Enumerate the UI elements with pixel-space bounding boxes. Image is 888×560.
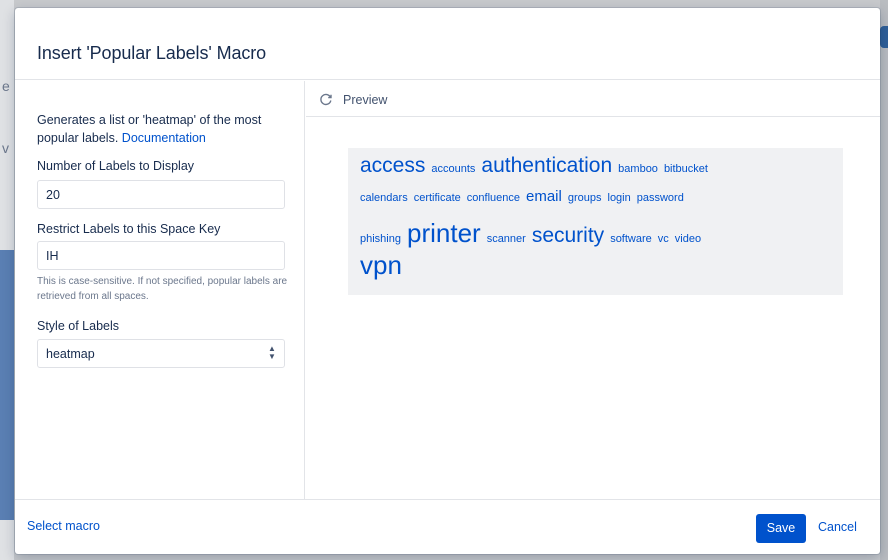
label-tag-bitbucket[interactable]: bitbucket bbox=[664, 163, 708, 175]
label-row: calendars certificate confluence email group… bbox=[360, 188, 690, 206]
label-tag-software[interactable]: software bbox=[610, 233, 652, 245]
label-tag-video[interactable]: video bbox=[675, 233, 701, 245]
label-tag-access[interactable]: access bbox=[360, 154, 425, 178]
label-row: vpn bbox=[360, 250, 408, 281]
label-tag-vc[interactable]: vc bbox=[658, 233, 669, 245]
label-tag-scanner[interactable]: scanner bbox=[487, 233, 526, 245]
label-tag-accounts[interactable]: accounts bbox=[431, 163, 475, 175]
style-label: Style of Labels bbox=[37, 319, 119, 333]
style-select[interactable]: heatmap ▲ ▼ bbox=[37, 339, 285, 368]
refresh-icon[interactable] bbox=[319, 92, 333, 106]
label-tag-login[interactable]: login bbox=[608, 192, 631, 204]
preview-header: Preview bbox=[306, 81, 880, 117]
label-tag-bamboo[interactable]: bamboo bbox=[618, 163, 658, 175]
background-page: e v bbox=[0, 0, 14, 560]
background-text: e bbox=[2, 78, 10, 94]
preview-label: Preview bbox=[343, 93, 388, 107]
space-key-input[interactable] bbox=[37, 241, 285, 270]
macro-description: Generates a list or 'heatmap' of the mos… bbox=[37, 111, 287, 147]
save-button[interactable]: Save bbox=[756, 514, 806, 543]
macro-dialog: Insert 'Popular Labels' Macro Generates … bbox=[15, 8, 880, 554]
num-labels-input[interactable] bbox=[37, 180, 285, 209]
label-tag-groups[interactable]: groups bbox=[568, 192, 602, 204]
dialog-footer: Select macro Save Cancel bbox=[15, 499, 880, 554]
preview-panel: Preview access accounts authentication bamb… bbox=[306, 81, 880, 499]
label-tag-email[interactable]: email bbox=[526, 188, 562, 205]
label-heatmap: access accounts authentication bamboo bitbuc… bbox=[348, 148, 843, 295]
style-select-value: heatmap bbox=[46, 347, 95, 361]
label-row: phishing printer scanner security software vc… bbox=[360, 218, 707, 249]
num-labels-label: Number of Labels to Display bbox=[37, 159, 195, 173]
macro-parameters-panel: Generates a list or 'heatmap' of the mos… bbox=[15, 81, 305, 499]
documentation-link[interactable]: Documentation bbox=[122, 131, 206, 145]
background-text: v bbox=[2, 140, 9, 156]
background-edge bbox=[880, 0, 888, 560]
label-tag-certificate[interactable]: certificate bbox=[414, 192, 461, 204]
select-macro-link[interactable]: Select macro bbox=[27, 519, 100, 533]
label-row: access accounts authentication bamboo bitbuc… bbox=[360, 154, 714, 178]
background-panel bbox=[0, 250, 14, 520]
space-key-label: Restrict Labels to this Space Key bbox=[37, 222, 221, 236]
cancel-button[interactable]: Cancel bbox=[818, 520, 857, 534]
label-tag-vpn[interactable]: vpn bbox=[360, 250, 402, 281]
background-avatar bbox=[880, 26, 888, 48]
dialog-header: Insert 'Popular Labels' Macro bbox=[15, 8, 880, 80]
label-tag-phishing[interactable]: phishing bbox=[360, 233, 401, 245]
space-key-help: This is case-sensitive. If not specified… bbox=[37, 276, 288, 302]
label-tag-printer[interactable]: printer bbox=[407, 218, 481, 249]
label-tag-calendars[interactable]: calendars bbox=[360, 192, 408, 204]
dialog-title: Insert 'Popular Labels' Macro bbox=[37, 43, 267, 63]
label-tag-password[interactable]: password bbox=[637, 192, 684, 204]
label-tag-confluence[interactable]: confluence bbox=[467, 192, 520, 204]
label-tag-security[interactable]: security bbox=[532, 224, 604, 248]
select-arrows-icon: ▲ ▼ bbox=[268, 344, 276, 361]
label-tag-authentication[interactable]: authentication bbox=[481, 154, 612, 178]
